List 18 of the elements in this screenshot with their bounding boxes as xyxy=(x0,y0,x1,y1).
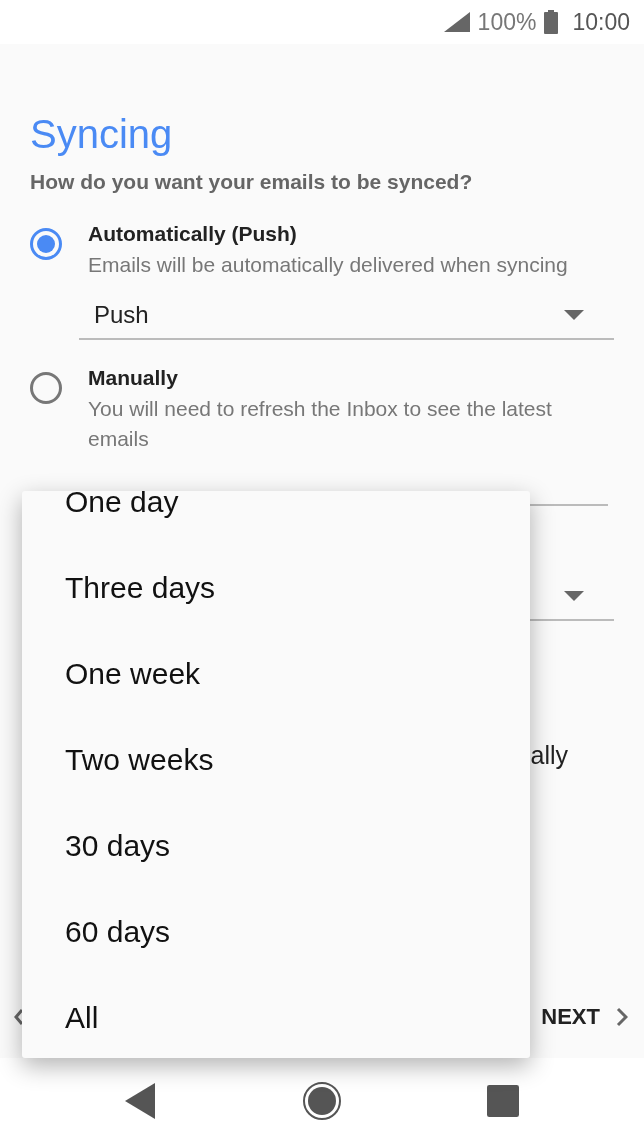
menu-item[interactable]: One week xyxy=(22,631,530,717)
menu-item[interactable]: All xyxy=(22,975,530,1058)
dropdown-field[interactable]: Push xyxy=(79,292,614,340)
option-description: Emails will be automatically delivered when syncing xyxy=(88,252,569,278)
question-text: How do you want your emails to be synced? xyxy=(30,169,474,195)
page-title: Syncing xyxy=(30,111,174,158)
menu-item[interactable]: 60 days xyxy=(22,889,530,975)
option-description: You will need to refresh the Inbox to see the latest emails xyxy=(88,396,553,452)
clock: 10:00 xyxy=(572,8,630,36)
option-label: Automatically (Push) xyxy=(88,221,298,247)
menu-item[interactable]: Three days xyxy=(22,545,530,631)
next-button[interactable]: NEXT xyxy=(541,1004,600,1030)
option-label: Manually xyxy=(88,365,179,391)
menu-item[interactable]: One day xyxy=(22,491,530,545)
setting-label: ally xyxy=(530,741,568,770)
battery-percent: 100% xyxy=(477,8,537,36)
menu-item[interactable]: Two weeks xyxy=(22,717,530,803)
menu-item[interactable]: 30 days xyxy=(22,803,530,889)
